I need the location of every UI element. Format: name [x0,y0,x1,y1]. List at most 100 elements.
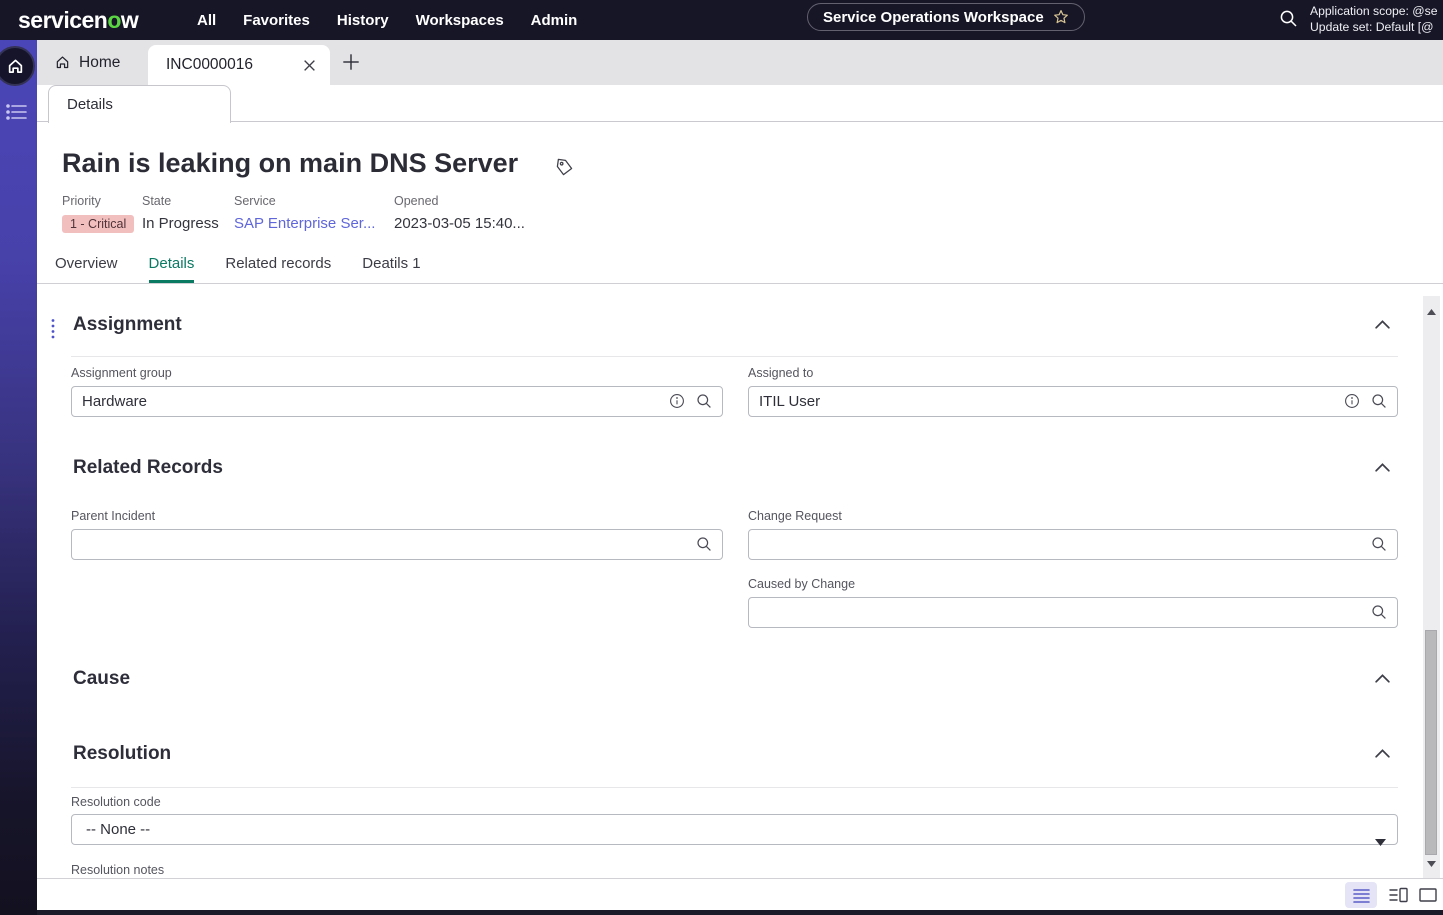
state-value: In Progress [142,215,219,232]
vertical-scrollbar[interactable] [1423,296,1440,878]
nav-workspaces[interactable]: Workspaces [416,12,504,29]
nav-admin[interactable]: Admin [531,12,578,29]
list-view-button[interactable] [1345,882,1377,908]
change-request-input[interactable] [748,529,1398,560]
tab-deatils-1[interactable]: Deatils 1 [362,249,420,283]
priority-badge: 1 - Critical [62,215,134,233]
parent-incident-field [71,529,723,560]
home-tab-label: Home [79,54,120,72]
section-cause-title: Cause [73,668,130,690]
info-icon[interactable] [669,393,685,409]
service-label: Service [234,194,375,208]
logo-green-letter: o [107,7,121,33]
scrollbar-thumb[interactable] [1425,630,1437,855]
record-tabs: Overview Details Related records Deatils… [55,249,421,283]
tag-icon[interactable] [555,158,574,182]
lookup-search-icon[interactable] [696,536,712,552]
left-sidebar [0,40,37,915]
assignment-divider [71,356,1398,357]
top-header: servicenow All Favorites History Workspa… [0,0,1443,40]
nav-favorites[interactable]: Favorites [243,12,310,29]
assigned-to-field [748,386,1398,417]
resolution-notes-label: Resolution notes [71,863,164,877]
lookup-search-icon[interactable] [1371,393,1387,409]
meta-service: Service SAP Enterprise Ser... [234,194,375,232]
caused-by-change-field [748,597,1398,628]
chevron-down-icon [1375,827,1386,856]
section-related-records-title: Related Records [73,457,223,479]
full-view-button[interactable] [1417,885,1439,905]
section-drag-handle[interactable] [50,318,56,345]
workspace-switcher-pill[interactable]: Service Operations Workspace [807,3,1085,31]
logo-text: servicen [18,7,107,33]
assignment-group-label: Assignment group [71,366,172,380]
scroll-down-icon[interactable] [1427,854,1436,872]
view-mode-bar [37,878,1443,910]
list-view-icon [1353,888,1370,903]
tab-related-records[interactable]: Related records [225,249,331,283]
top-nav: All Favorites History Workspaces Admin [197,0,577,40]
collapse-related-records-icon[interactable] [1374,461,1391,476]
collapse-cause-icon[interactable] [1374,672,1391,687]
star-icon[interactable] [1053,9,1069,25]
workspace-tab-strip: Home INC0000016 [37,40,1443,85]
resolution-divider [71,787,1398,788]
service-operations-workspace: servicenow All Favorites History Workspa… [0,0,1443,915]
resolution-code-select[interactable]: -- None -- [71,814,1398,845]
section-assignment-title: Assignment [73,314,182,336]
record-tab-label: INC0000016 [166,56,303,74]
collapse-resolution-icon[interactable] [1374,747,1391,762]
resolution-code-value: -- None -- [86,821,150,838]
parent-incident-input[interactable] [71,529,723,560]
servicenow-logo[interactable]: servicenow [18,7,138,34]
bottom-edge-strip [0,910,1443,915]
parent-incident-label: Parent Incident [71,509,155,523]
opened-value: 2023-03-05 15:40... [394,215,525,232]
collapse-assignment-icon[interactable] [1374,318,1391,333]
tab-overview[interactable]: Overview [55,249,118,283]
section-resolution-title: Resolution [73,743,171,765]
scroll-up-icon[interactable] [1427,302,1436,320]
caused-by-change-input[interactable] [748,597,1398,628]
resolution-code-label: Resolution code [71,795,161,809]
state-label: State [142,194,219,208]
priority-label: Priority [62,194,134,208]
subtab-details-label: Details [67,96,113,113]
meta-state: State In Progress [142,194,219,232]
record-header: Rain is leaking on main DNS Server Prior… [37,122,1443,284]
change-request-field [748,529,1398,560]
application-scope: Application scope: @se Update set: Defau… [1310,4,1438,35]
home-tab-icon [55,55,70,70]
update-set-line: Update set: Default [@ [1310,20,1438,36]
meta-opened: Opened 2023-03-05 15:40... [394,194,525,232]
close-tab-icon[interactable] [303,59,316,72]
full-view-icon [1419,888,1437,902]
assignment-group-field [71,386,723,417]
menu-list-icon[interactable] [5,102,29,125]
workspace-switcher-label: Service Operations Workspace [823,9,1044,26]
tab-home[interactable]: Home [55,40,120,85]
service-link[interactable]: SAP Enterprise Ser... [234,215,375,232]
split-view-icon [1389,887,1408,903]
lookup-search-icon[interactable] [1371,604,1387,620]
assigned-to-label: Assigned to [748,366,813,380]
tab-details[interactable]: Details [149,249,195,283]
new-tab-plus-icon[interactable] [340,51,362,76]
search-icon[interactable] [1279,9,1298,33]
change-request-label: Change Request [748,509,842,523]
subtab-details[interactable]: Details [48,85,231,123]
lookup-search-icon[interactable] [696,393,712,409]
assignment-group-input[interactable] [71,386,723,417]
home-button[interactable] [0,46,35,86]
assigned-to-input[interactable] [748,386,1398,417]
split-view-button[interactable] [1387,885,1409,905]
lookup-search-icon[interactable] [1371,536,1387,552]
application-scope-line: Application scope: @se [1310,4,1438,20]
info-icon[interactable] [1344,393,1360,409]
opened-label: Opened [394,194,525,208]
logo-text-end: w [121,7,138,33]
nav-history[interactable]: History [337,12,389,29]
tab-record-inc0000016[interactable]: INC0000016 [148,45,330,85]
nav-all[interactable]: All [197,12,216,29]
record-subtab-row: Details [37,85,1443,122]
